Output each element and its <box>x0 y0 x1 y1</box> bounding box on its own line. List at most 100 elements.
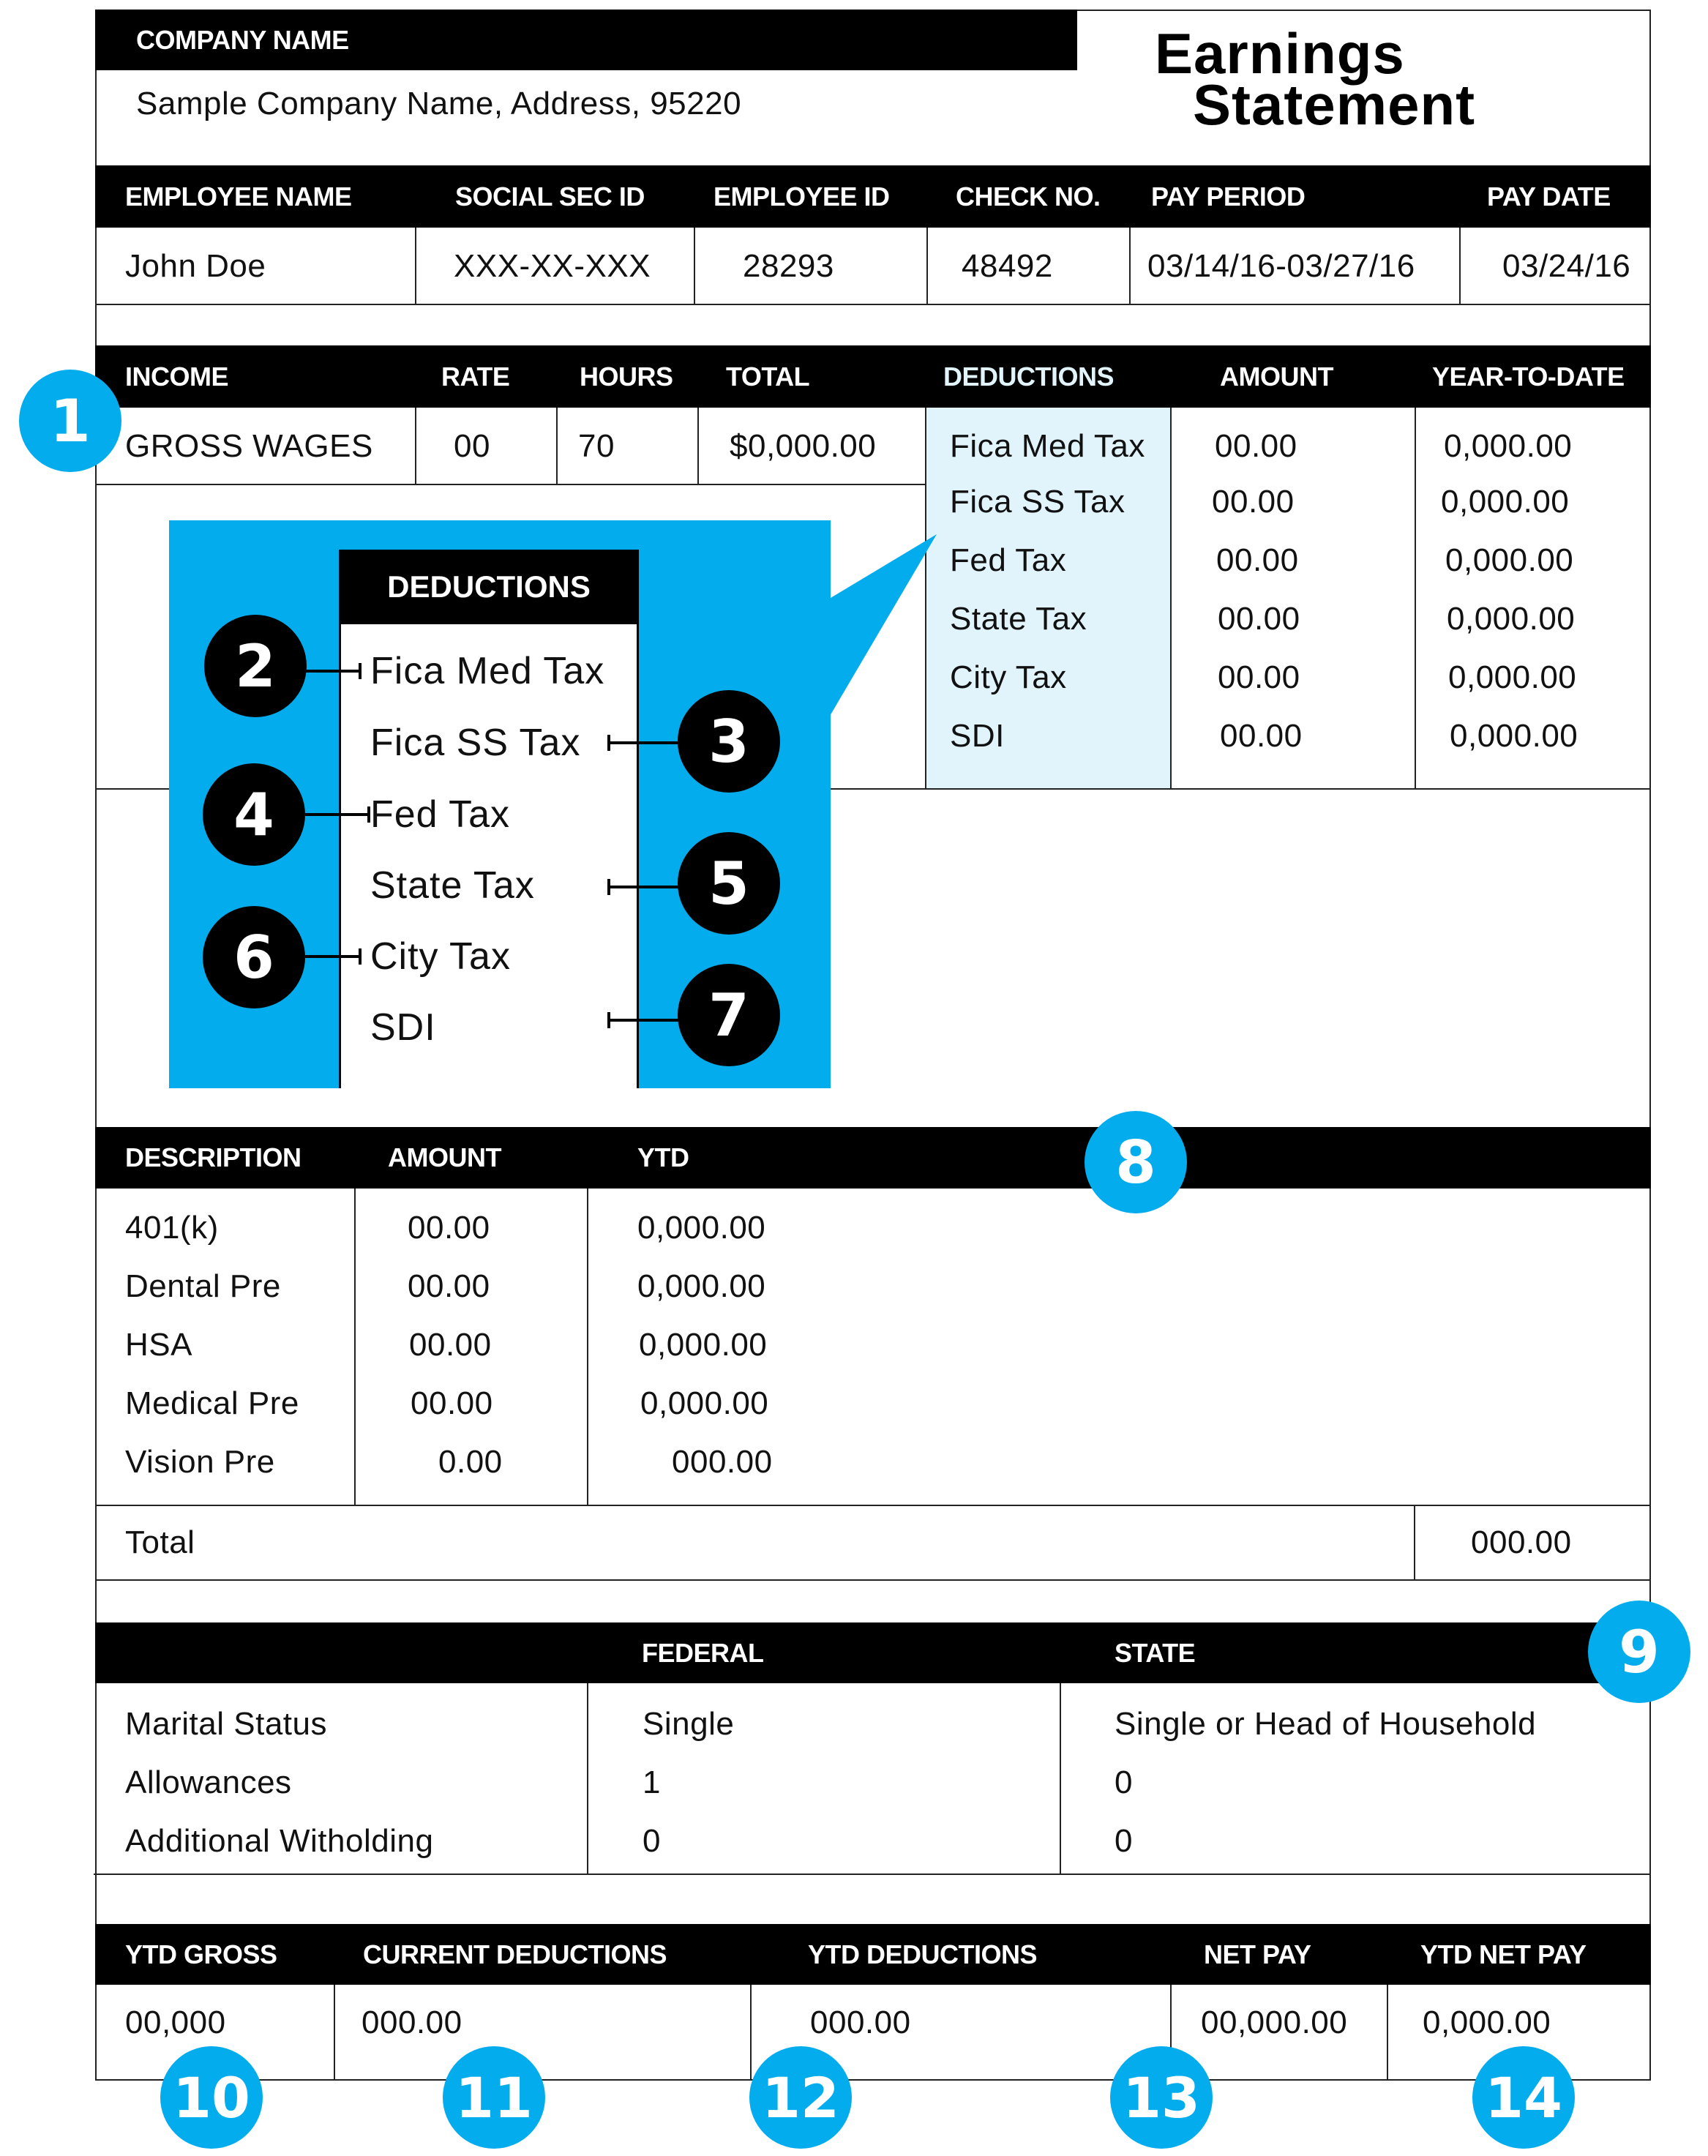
divider <box>926 228 928 304</box>
col-year-to-date: YEAR-TO-DATE <box>1432 361 1625 392</box>
badge-2: 2 <box>204 615 307 717</box>
company-name-bar: COMPANY NAME <box>95 10 1077 70</box>
badge-12: 12 <box>749 2046 852 2149</box>
callout-heading: DEDUCTIONS <box>339 550 639 624</box>
company-address: Sample Company Name, Address, 95220 <box>136 86 742 121</box>
badge-14: 14 <box>1472 2046 1575 2149</box>
badge-8: 8 <box>1085 1111 1187 1213</box>
pretax-name: HSA <box>125 1327 192 1363</box>
company-name-label: COMPANY NAME <box>136 24 349 55</box>
col-ytd-deductions: YTD DEDUCTIONS <box>808 1939 1038 1969</box>
divider <box>95 2079 1651 2081</box>
badge-10: 10 <box>160 2046 263 2149</box>
income-header-bar: INCOME RATE HOURS TOTAL DEDUCTIONS AMOUN… <box>95 345 1651 408</box>
hours-value: 70 <box>578 428 615 464</box>
ytd-gross-value: 00,000 <box>125 2005 226 2040</box>
col-federal: FEDERAL <box>642 1637 764 1668</box>
ytd-deductions-value: 000.00 <box>810 2005 911 2040</box>
deduction-name: SDI <box>950 718 1005 754</box>
deduction-amount: 00.00 <box>1212 484 1295 520</box>
badge-1: 1 <box>19 370 121 472</box>
employee-name-value: John Doe <box>125 248 266 284</box>
deduction-name: Fica SS Tax <box>950 484 1125 520</box>
divider <box>1060 1683 1061 1874</box>
callout-item-fica-med: Fica Med Tax <box>370 650 605 692</box>
deduction-ytd: 0,000.00 <box>1450 718 1578 754</box>
title-statement: Statement <box>1193 72 1476 137</box>
pretax-amount: 00.00 <box>411 1385 493 1421</box>
social-sec-id-value: XXX-XX-XXX <box>454 248 651 284</box>
pretax-ytd: 000.00 <box>672 1444 773 1480</box>
divider <box>1129 228 1131 304</box>
pay-date-value: 03/24/16 <box>1502 248 1631 284</box>
divider <box>1459 228 1461 304</box>
col-ytd-net-pay: YTD NET PAY <box>1420 1939 1587 1969</box>
divider <box>587 1189 588 1505</box>
deduction-ytd: 0,000.00 <box>1444 428 1573 464</box>
connector-line <box>607 886 681 888</box>
deduction-amount: 00.00 <box>1215 428 1297 464</box>
callout-item-city-tax: City Tax <box>370 935 511 978</box>
deduction-ytd: 0,000.00 <box>1447 601 1576 637</box>
divider <box>354 1189 356 1505</box>
col-description: DESCRIPTION <box>125 1142 301 1172</box>
col-amount: AMOUNT <box>1220 361 1333 392</box>
withholding-federal: 0 <box>643 1823 661 1859</box>
col-pay-date: PAY DATE <box>1487 181 1611 212</box>
divider <box>694 228 695 304</box>
badge-4: 4 <box>203 763 305 866</box>
divider <box>95 484 926 485</box>
deduction-amount: 00.00 <box>1218 659 1300 695</box>
badge-9: 9 <box>1588 1601 1690 1703</box>
badge-6: 6 <box>203 906 305 1008</box>
deduction-amount: 00.00 <box>1218 601 1300 637</box>
deduction-name: Fica Med Tax <box>950 428 1145 464</box>
divider <box>95 304 1651 305</box>
pretax-amount: 00.00 <box>408 1210 490 1246</box>
col-net-pay: NET PAY <box>1204 1939 1311 1969</box>
deduction-amount: 00.00 <box>1220 718 1303 754</box>
current-deductions-value: 000.00 <box>362 2005 462 2040</box>
pretax-ytd: 0,000.00 <box>637 1210 766 1246</box>
col-social-sec-id: SOCIAL SEC ID <box>455 181 645 212</box>
divider <box>415 228 416 304</box>
divider <box>587 1683 588 1874</box>
col-ytd-gross: YTD GROSS <box>125 1939 277 1969</box>
col-employee-id: EMPLOYEE ID <box>713 181 890 212</box>
net-pay-value: 00,000.00 <box>1201 2005 1348 2040</box>
deduction-name: State Tax <box>950 601 1087 637</box>
withholding-label: Allowances <box>125 1764 292 1800</box>
badge-3: 3 <box>678 690 780 793</box>
withholding-state: Single or Head of Household <box>1115 1706 1537 1742</box>
pretax-total-value: 000.00 <box>1471 1524 1572 1560</box>
divider <box>697 408 699 484</box>
divider <box>415 408 416 484</box>
rate-value: 00 <box>454 428 490 464</box>
badge-5: 5 <box>678 832 780 935</box>
divider <box>1170 408 1172 789</box>
connector-tick <box>607 1012 610 1028</box>
title-earnings: Earnings <box>1155 21 1405 86</box>
employee-header-bar: EMPLOYEE NAME SOCIAL SEC ID EMPLOYEE ID … <box>95 165 1651 228</box>
pretax-name: Dental Pre <box>125 1268 281 1304</box>
col-current-deductions: CURRENT DEDUCTIONS <box>363 1939 667 1969</box>
employee-id-value: 28293 <box>743 248 834 284</box>
pretax-amount: 00.00 <box>409 1327 492 1363</box>
pretax-amount: 00.00 <box>408 1268 490 1304</box>
col-pay-period: PAY PERIOD <box>1151 181 1306 212</box>
col-hours: HOURS <box>580 361 673 392</box>
divider <box>95 1579 1651 1581</box>
connector-tick <box>607 735 610 751</box>
summary-header-bar: YTD GROSS CURRENT DEDUCTIONS YTD DEDUCTI… <box>95 1924 1651 1985</box>
divider <box>1387 1985 1388 2080</box>
pretax-header-bar: DESCRIPTION AMOUNT YTD <box>95 1127 1651 1189</box>
pretax-ytd: 0,000.00 <box>639 1327 768 1363</box>
connector-tick <box>359 948 362 965</box>
col-ytd: YTD <box>637 1142 689 1172</box>
deduction-ytd: 0,000.00 <box>1445 542 1574 578</box>
divider <box>556 408 558 484</box>
ytd-net-pay-value: 0,000.00 <box>1423 2005 1551 2040</box>
pretax-ytd: 0,000.00 <box>637 1268 766 1304</box>
connector-tick <box>367 806 370 823</box>
pretax-ytd: 0,000.00 <box>640 1385 769 1421</box>
